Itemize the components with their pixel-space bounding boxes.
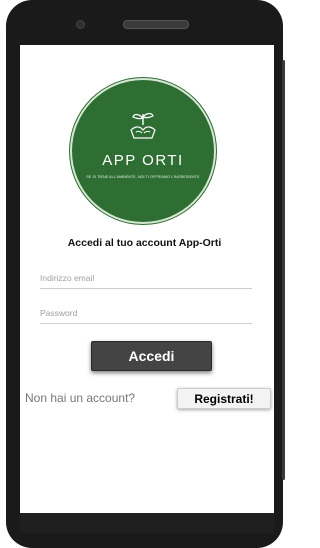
app-logo: APP ORTI SE SI TIENE ALL'AMBIENTE, NOI T… [72,80,214,222]
logo-title: APP ORTI [102,152,184,169]
signup-prompt: Non hai un account? [25,391,136,405]
earpiece-speaker [123,20,189,29]
phone-side-edge [282,60,285,480]
login-button[interactable]: Accedi [91,341,212,371]
email-input[interactable] [40,268,252,289]
login-heading: Accedi al tuo account App-Orti [67,237,222,249]
logo-tagline: SE SI TIENE ALL'AMBIENTE, NOI TI OFFRIAM… [86,175,200,179]
password-input[interactable] [40,303,252,324]
plant-hands-icon [130,112,156,139]
front-camera [76,20,85,29]
bottom-bezel [20,513,274,533]
signup-button[interactable]: Registrati! [177,388,271,409]
